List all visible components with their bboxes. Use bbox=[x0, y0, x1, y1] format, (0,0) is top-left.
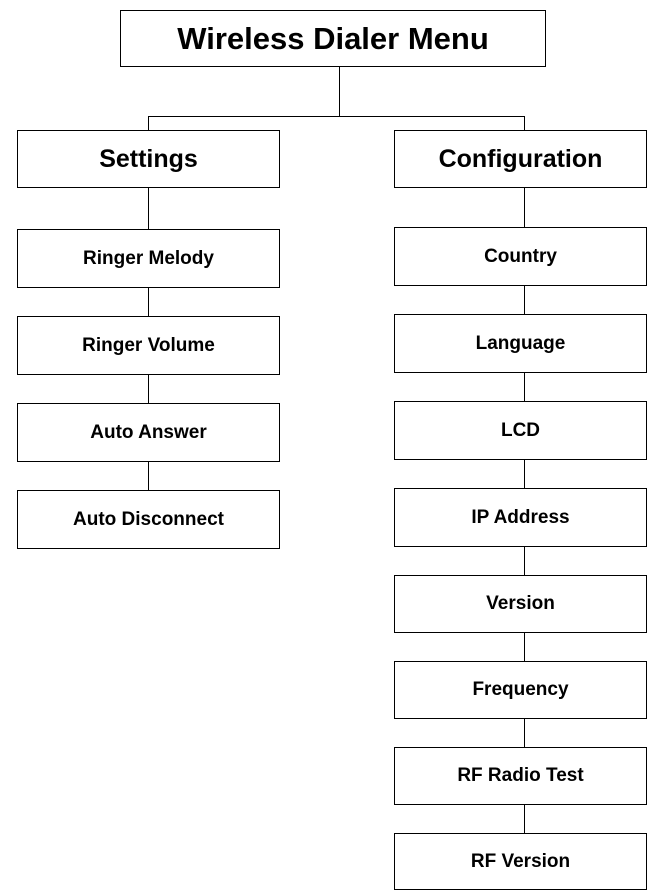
connector-line bbox=[524, 718, 525, 748]
connector-line bbox=[524, 459, 525, 489]
configuration-item-frequency: Frequency bbox=[394, 661, 647, 719]
connector-line bbox=[524, 285, 525, 315]
configuration-item-language: Language bbox=[394, 314, 647, 373]
branch-node-settings: Settings bbox=[17, 130, 280, 188]
settings-item-ringer-melody: Ringer Melody bbox=[17, 229, 280, 288]
connector-line bbox=[524, 804, 525, 834]
configuration-item-version: Version bbox=[394, 575, 647, 633]
connector-line bbox=[524, 632, 525, 662]
branch-node-configuration: Configuration bbox=[394, 130, 647, 188]
connector-line bbox=[148, 187, 149, 230]
connector-line bbox=[148, 374, 149, 404]
menu-tree-diagram: Wireless Dialer Menu Settings Configurat… bbox=[0, 0, 647, 890]
settings-item-auto-disconnect: Auto Disconnect bbox=[17, 490, 280, 549]
connector-line bbox=[524, 372, 525, 402]
configuration-item-lcd: LCD bbox=[394, 401, 647, 460]
connector-line bbox=[148, 461, 149, 491]
root-node-title: Wireless Dialer Menu bbox=[120, 10, 546, 67]
configuration-item-rf-radio-test: RF Radio Test bbox=[394, 747, 647, 805]
configuration-item-rf-version: RF Version bbox=[394, 833, 647, 890]
configuration-item-country: Country bbox=[394, 227, 647, 286]
connector-line bbox=[148, 116, 149, 131]
connector-line bbox=[524, 187, 525, 228]
settings-item-auto-answer: Auto Answer bbox=[17, 403, 280, 462]
connector-line bbox=[524, 116, 525, 131]
settings-item-ringer-volume: Ringer Volume bbox=[17, 316, 280, 375]
connector-line bbox=[524, 546, 525, 576]
configuration-item-ip-address: IP Address bbox=[394, 488, 647, 547]
connector-line bbox=[148, 116, 525, 117]
connector-line bbox=[339, 66, 340, 116]
connector-line bbox=[148, 287, 149, 317]
